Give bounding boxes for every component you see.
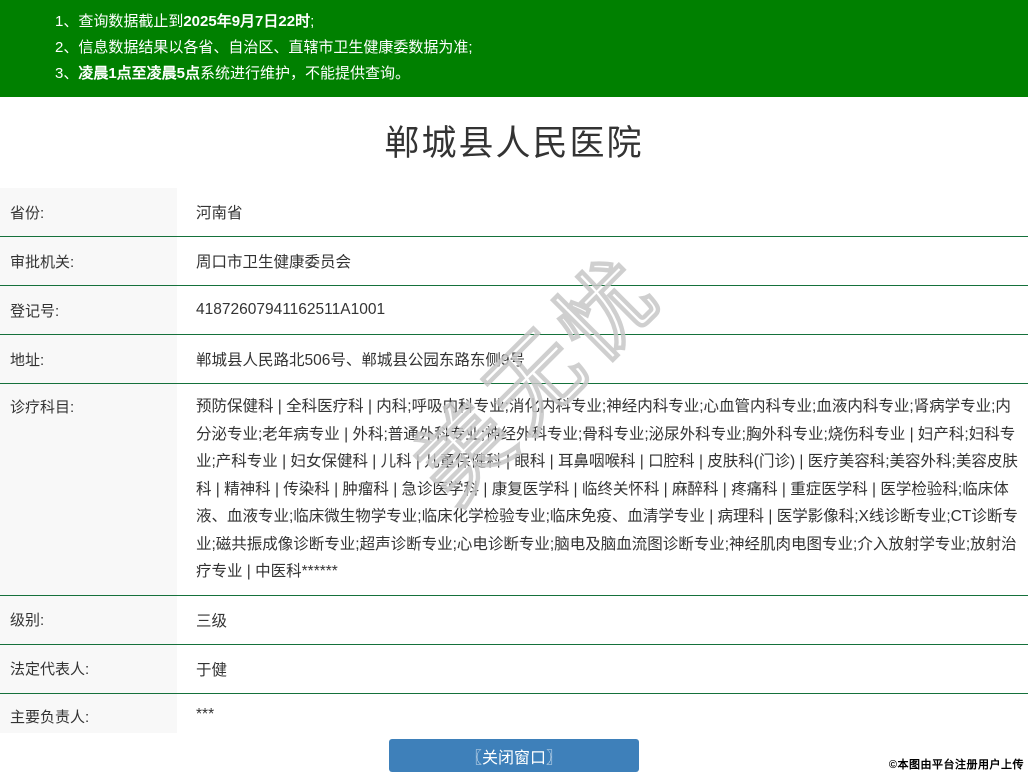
table-row-approval-authority: 审批机关: 周口市卫生健康委员会 — [0, 237, 1028, 286]
notice-banner: 1、查询数据截止到2025年9月7日22时; 2、信息数据结果以各省、自治区、直… — [0, 0, 1028, 97]
row-value: 于健 — [196, 661, 228, 679]
notice-line-1: 1、查询数据截止到2025年9月7日22时; — [55, 9, 1018, 35]
table-row-medical-subjects: 诊疗科目: 预防保健科 | 全科医疗科 | 内科;呼吸内科专业;消化内科专业;神… — [0, 384, 1028, 596]
footer-bar: 〖关闭窗口〗 ©本图由平台注册用户上传 — [0, 733, 1028, 775]
copyright-note: ©本图由平台注册用户上传 — [888, 759, 1024, 771]
row-label: 省份: — [0, 188, 177, 236]
notice-line-3-bold: 凌晨1点至凌晨5点 — [78, 65, 201, 82]
row-label: 级别: — [0, 595, 177, 644]
row-label: 法定代表人: — [0, 644, 177, 693]
row-value: 河南省 — [196, 205, 243, 222]
table-row-registration-number: 登记号: 41872607941162511A1001 — [0, 286, 1028, 335]
table-row-level: 级别: 三级 — [0, 595, 1028, 645]
row-value: 预防保健科 | 全科医疗科 | 内科;呼吸内科专业;消化内科专业;神经内科专业;… — [196, 398, 1018, 580]
row-value: 周口市卫生健康委员会 — [196, 254, 352, 271]
row-label: 地址: — [0, 335, 177, 383]
row-label: 诊疗科目: — [0, 384, 177, 595]
notice-line-3: 3、凌晨1点至凌晨5点系统进行维护，不能提供查询。 — [55, 61, 1018, 87]
row-value: 郸城县人民路北506号、郸城县公园东路东侧9号 — [196, 352, 525, 369]
row-value: 三级 — [196, 612, 228, 630]
notice-line-1-tail: ; — [310, 13, 315, 30]
table-row-province: 省份: 河南省 — [0, 188, 1028, 237]
notice-line-1-bold: 2025年9月7日22时 — [183, 13, 311, 30]
row-value: *** — [196, 705, 215, 723]
page-title: 郸城县人民医院 — [384, 124, 644, 163]
notice-line-2-text: 2、信息数据结果以各省、自治区、直辖市卫生健康委数据为准; — [55, 39, 473, 56]
row-label: 登记号: — [0, 286, 177, 334]
notice-line-1-text: 1、查询数据截止到 — [55, 13, 184, 30]
table-row-main-person-in-charge: 主要负责人: *** — [0, 693, 1028, 734]
table-row-address: 地址: 郸城县人民路北506号、郸城县公园东路东侧9号 — [0, 335, 1028, 384]
row-label: 审批机关: — [0, 237, 177, 285]
notice-line-2: 2、信息数据结果以各省、自治区、直辖市卫生健康委数据为准; — [55, 35, 1018, 61]
notice-line-3-text: 3、 — [55, 65, 79, 82]
row-label: 主要负责人: — [0, 693, 177, 734]
hospital-info-table: 省份: 河南省 审批机关: 周口市卫生健康委员会 登记号: 4187260794… — [0, 188, 1028, 734]
close-window-button[interactable]: 〖关闭窗口〗 — [389, 739, 639, 772]
table-row-legal-representative: 法定代表人: 于健 — [0, 644, 1028, 694]
row-value: 41872607941162511A1001 — [196, 301, 386, 318]
notice-line-3-tail: 系统进行维护，不能提供查询。 — [200, 65, 411, 82]
